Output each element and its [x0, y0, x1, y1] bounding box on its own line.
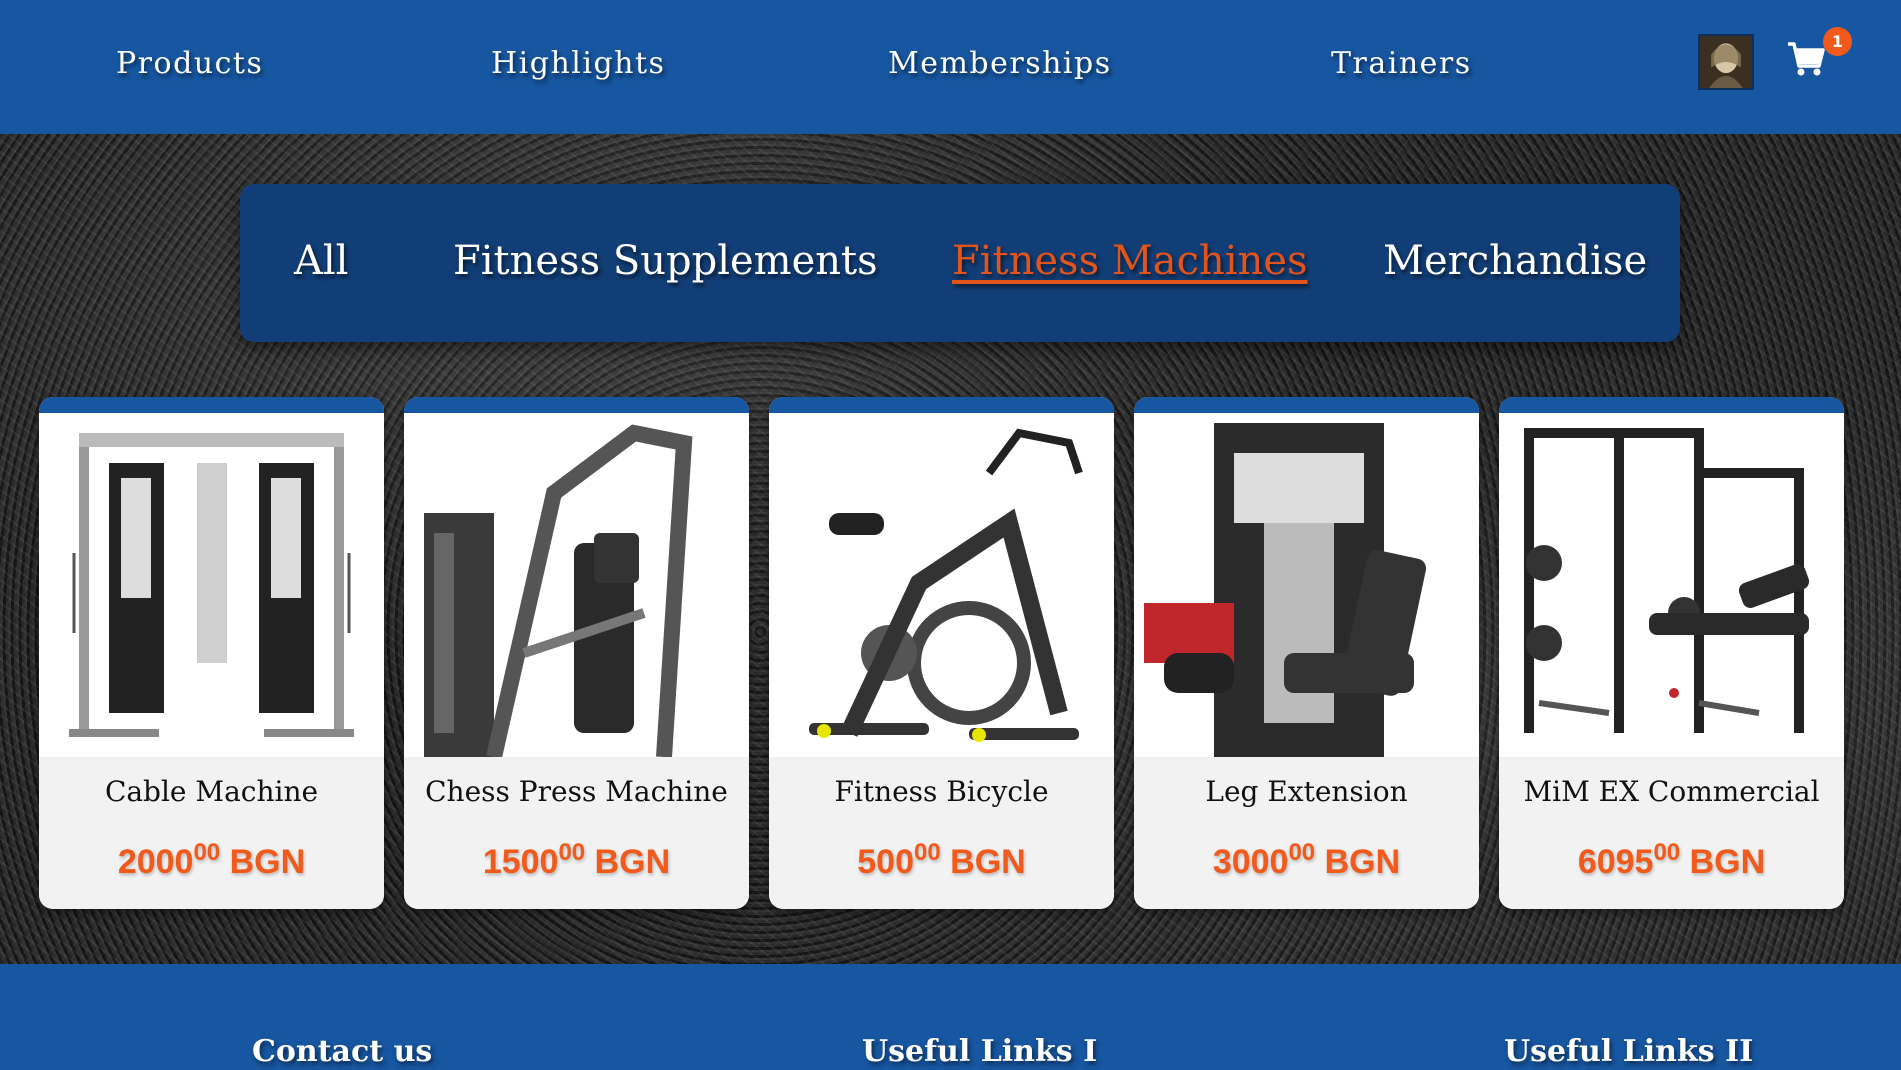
category-filter-bar: All Fitness Supplements Fitness Machines…: [240, 184, 1680, 342]
shopping-cart-icon[interactable]: [1786, 40, 1826, 78]
product-price: 300000 BGN: [1212, 839, 1401, 881]
footer-heading-useful-links-1: Useful Links I: [862, 1034, 1098, 1069]
category-merchandise[interactable]: Merchandise: [1383, 238, 1647, 284]
card-accent-bar: [1134, 397, 1479, 413]
card-info: Chess Press Machine 150000 BGN: [404, 757, 749, 909]
nav-link-memberships[interactable]: Memberships: [888, 46, 1112, 81]
card-info: Cable Machine 200000 BGN: [39, 757, 384, 909]
footer-heading-contact: Contact us: [252, 1034, 433, 1069]
product-price: 200000 BGN: [117, 839, 306, 881]
nav-link-highlights[interactable]: Highlights: [491, 46, 665, 81]
card-info: Fitness Bicycle 50000 BGN: [769, 757, 1114, 909]
product-price: 609500 BGN: [1577, 839, 1766, 881]
product-name: Fitness Bicycle: [834, 775, 1049, 808]
card-accent-bar: [1499, 397, 1844, 413]
product-card[interactable]: Fitness Bicycle 50000 BGN: [769, 397, 1114, 909]
product-name: Cable Machine: [104, 775, 319, 808]
card-info: MiM EX Commercial 609500 BGN: [1499, 757, 1844, 909]
nav-link-trainers[interactable]: Trainers: [1331, 46, 1472, 81]
product-card[interactable]: Cable Machine 200000 BGN: [39, 397, 384, 909]
footer: Contact us Useful Links I Useful Links I…: [0, 964, 1901, 1070]
nav-link-products[interactable]: Products: [116, 46, 263, 81]
footer-heading-useful-links-2: Useful Links II: [1504, 1034, 1754, 1069]
product-card[interactable]: Leg Extension 300000 BGN: [1134, 397, 1479, 909]
multi-gym-image: [1499, 413, 1844, 757]
leg-extension-image: [1134, 413, 1479, 757]
product-name: MiM EX Commercial: [1523, 775, 1820, 808]
cart-count-badge: 1: [1823, 27, 1852, 56]
category-all[interactable]: All: [294, 238, 348, 284]
card-accent-bar: [769, 397, 1114, 413]
product-card[interactable]: Chess Press Machine 150000 BGN: [404, 397, 749, 909]
category-fitness-supplements[interactable]: Fitness Supplements: [453, 238, 878, 284]
category-fitness-machines[interactable]: Fitness Machines: [952, 238, 1308, 284]
product-price: 150000 BGN: [482, 839, 671, 881]
cable-machine-image: [39, 413, 384, 757]
card-accent-bar: [404, 397, 749, 413]
top-navigation: Products Highlights Memberships Trainers…: [0, 0, 1901, 134]
card-accent-bar: [39, 397, 384, 413]
product-name: Leg Extension: [1205, 775, 1408, 808]
chest-press-machine-image: [404, 413, 749, 757]
avatar-image: [1700, 36, 1752, 88]
product-name: Chess Press Machine: [425, 775, 728, 808]
product-price: 50000 BGN: [857, 839, 1026, 881]
user-avatar[interactable]: [1698, 34, 1754, 90]
product-card[interactable]: MiM EX Commercial 609500 BGN: [1499, 397, 1844, 909]
fitness-bicycle-image: [769, 413, 1114, 757]
card-info: Leg Extension 300000 BGN: [1134, 757, 1479, 909]
